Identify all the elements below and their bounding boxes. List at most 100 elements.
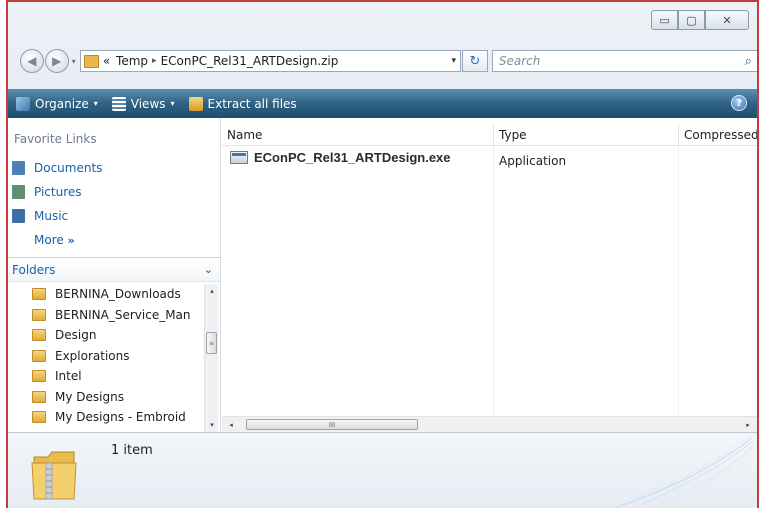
file-row[interactable]: EConPC_Rel31_ARTDesign.exe	[230, 150, 451, 165]
organize-icon	[16, 96, 30, 111]
back-arrow-icon: ◀	[27, 54, 37, 68]
search-placeholder: Search	[498, 54, 541, 68]
breadcrumb-temp[interactable]: Temp	[116, 54, 148, 68]
file-type: Application	[499, 154, 567, 168]
extract-icon	[188, 96, 203, 111]
caption-buttons: ▭ ▢ ✕	[651, 10, 749, 30]
scroll-thumb[interactable]: III	[246, 419, 418, 430]
decorative-swoosh-icon	[596, 434, 755, 508]
views-icon	[111, 96, 126, 111]
folder-icon	[32, 329, 46, 342]
refresh-icon: ↻	[469, 53, 481, 69]
tree-item[interactable]: Explorations	[32, 346, 204, 367]
address-row: ◀ ▶ ▾ « Temp ▸ EConPC_Rel31_ARTDesign.zi…	[20, 46, 757, 76]
scroll-down-icon[interactable]: ▾	[205, 418, 219, 432]
tree-item-label: Design	[55, 328, 97, 343]
column-name-label: Name	[227, 128, 263, 142]
column-header-type[interactable]: Type	[494, 124, 679, 146]
folder-tree-scrollbar[interactable]: ▴ ≡ ▾	[204, 284, 218, 432]
organize-label: Organize	[35, 96, 89, 111]
tree-item-label: Intel	[55, 369, 82, 384]
column-headers: Name ^ Type Compressed	[222, 124, 757, 146]
details-pane: 1 item	[8, 432, 757, 508]
tree-item[interactable]: Design	[32, 325, 204, 346]
tree-item[interactable]: BERNINA_Downloads	[32, 284, 204, 305]
breadcrumb-zip[interactable]: EConPC_Rel31_ARTDesign.zip	[161, 54, 339, 68]
tree-item[interactable]: My Designs - Embroid	[32, 407, 204, 428]
folder-tree: BERNINA_Downloads BERNINA_Service_Man De…	[32, 284, 204, 428]
scroll-left-icon[interactable]: ◂	[224, 418, 238, 432]
tree-item[interactable]: BERNINA_Service_Man	[32, 305, 204, 326]
search-icon[interactable]: ⌕	[745, 54, 752, 69]
search-input[interactable]: Search ⌕	[491, 50, 757, 72]
folder-icon	[32, 390, 46, 403]
scroll-thumb[interactable]: ≡	[206, 332, 217, 354]
address-bar[interactable]: « Temp ▸ EConPC_Rel31_ARTDesign.zip ▾	[79, 50, 462, 72]
favorite-pictures[interactable]: Pictures	[12, 180, 102, 204]
pictures-icon	[12, 185, 25, 199]
help-icon[interactable]: ?	[731, 95, 747, 111]
folder-icon	[32, 288, 46, 301]
views-button[interactable]: Views ▾	[111, 96, 175, 111]
zip-folder-icon	[83, 54, 99, 68]
maximize-button[interactable]: ▢	[678, 10, 705, 30]
documents-icon	[12, 161, 25, 175]
music-icon	[12, 209, 25, 223]
folder-icon	[32, 308, 46, 321]
file-list-scrollbar[interactable]: ◂ III ▸	[222, 416, 757, 432]
column-type-label: Type	[499, 128, 527, 142]
favorite-more-link[interactable]: More »	[12, 228, 102, 252]
more-chevron-icon: »	[67, 233, 75, 247]
more-label: More	[34, 233, 64, 247]
organize-button[interactable]: Organize ▾	[16, 96, 98, 111]
folders-title: Folders	[12, 262, 56, 277]
column-header-compressed[interactable]: Compressed	[679, 124, 757, 146]
extract-label: Extract all files	[207, 96, 297, 111]
favorite-pictures-label: Pictures	[34, 185, 82, 199]
back-button[interactable]: ◀	[20, 49, 44, 73]
scroll-up-icon[interactable]: ▴	[205, 284, 219, 298]
file-name: EConPC_Rel31_ARTDesign.exe	[254, 150, 451, 165]
favorite-documents[interactable]: Documents	[12, 156, 102, 180]
folder-icon	[32, 370, 46, 383]
organize-caret-icon: ▾	[93, 99, 98, 108]
column-compressed-label: Compressed	[684, 128, 757, 142]
column-header-name[interactable]: Name ^	[222, 124, 494, 146]
column-divider	[493, 146, 494, 416]
chevron-down-icon[interactable]: ⌄	[204, 263, 213, 276]
tree-item-label: BERNINA_Service_Man	[55, 307, 191, 322]
command-toolbar: Organize ▾ Views ▾ Extract all files ?	[8, 89, 757, 118]
tree-item[interactable]: Intel	[32, 366, 204, 387]
favorite-documents-label: Documents	[34, 161, 103, 175]
views-caret-icon: ▾	[170, 99, 175, 108]
sort-arrow-icon: ^	[330, 124, 337, 129]
folders-header[interactable]: Folders ⌄	[8, 257, 220, 282]
refresh-button[interactable]: ↻	[462, 50, 488, 72]
favorite-music-label: Music	[34, 209, 69, 223]
minimize-button[interactable]: ▭	[651, 10, 678, 30]
address-dropdown-icon[interactable]: ▾	[451, 56, 456, 66]
forward-button[interactable]: ▶	[44, 49, 69, 73]
recent-pages-dropdown[interactable]: ▾	[72, 57, 76, 66]
breadcrumb-separator-icon[interactable]: ▸	[152, 56, 157, 66]
folder-icon	[32, 349, 46, 362]
item-count: 1 item	[111, 443, 153, 458]
tree-item-label: BERNINA_Downloads	[55, 287, 181, 302]
close-button[interactable]: ✕	[705, 10, 749, 30]
address-prefix[interactable]: «	[103, 54, 110, 68]
folder-icon	[32, 411, 46, 424]
column-divider	[678, 146, 679, 416]
file-list-pane: Name ^ Type Compressed EConPC_Rel31_ARTD…	[222, 118, 757, 432]
zip-folder-icon	[31, 451, 77, 500]
favorite-music[interactable]: Music	[12, 204, 102, 228]
scroll-right-icon[interactable]: ▸	[741, 418, 755, 432]
tree-item-label: My Designs - Embroid	[55, 410, 186, 425]
tree-item[interactable]: My Designs	[32, 387, 204, 408]
favorite-links-title: Favorite Links	[14, 132, 97, 146]
forward-arrow-icon: ▶	[52, 54, 62, 68]
application-icon	[230, 151, 248, 164]
tree-item-label: Explorations	[55, 348, 130, 363]
extract-all-button[interactable]: Extract all files	[188, 96, 297, 111]
tree-item-label: My Designs	[55, 389, 124, 404]
content-area: Favorite Links Documents Pictures Music …	[8, 118, 757, 432]
